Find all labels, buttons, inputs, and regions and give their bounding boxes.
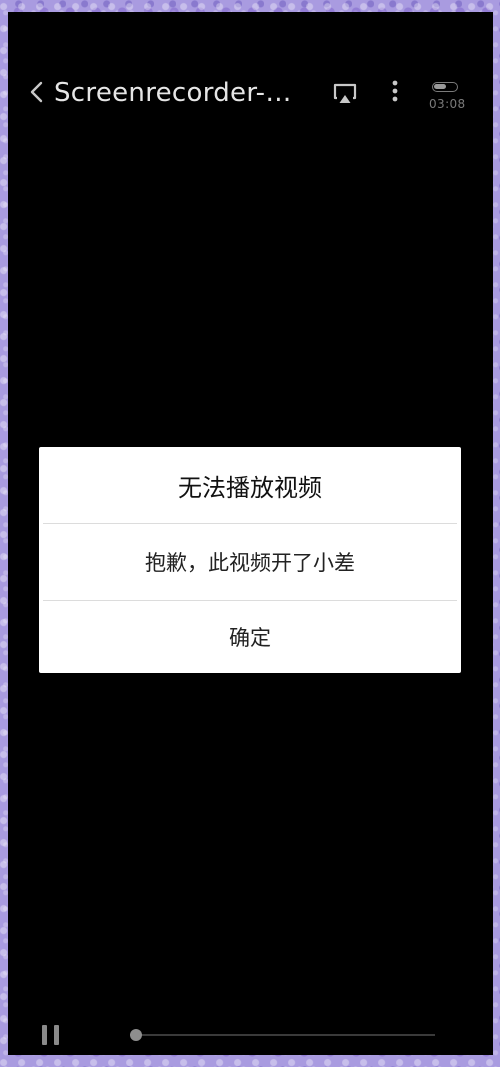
screen-cast-icon [333, 83, 357, 103]
dialog-title: 无法播放视频 [178, 473, 322, 502]
status-indicator: 03:08 [426, 80, 476, 120]
status-time: 03:08 [429, 97, 466, 111]
video-player-screen[interactable]: Screenrecorder-2… 03:08 无法播放视频 抱歉，此视频开了小… [8, 12, 493, 1055]
more-vertical-icon [392, 80, 398, 102]
progress-track[interactable] [130, 1029, 435, 1041]
pause-icon [42, 1025, 47, 1045]
player-top-bar: Screenrecorder-2… 03:08 [8, 12, 493, 172]
dialog-message: 抱歉，此视频开了小差 [145, 551, 355, 575]
progress-thumb[interactable] [130, 1029, 142, 1041]
pause-button[interactable] [40, 1025, 62, 1047]
more-options-button[interactable] [383, 78, 407, 106]
chevron-left-icon [30, 81, 43, 103]
video-title: Screenrecorder-2… [54, 78, 304, 108]
error-dialog: 无法播放视频 抱歉，此视频开了小差 确定 [39, 447, 461, 673]
confirm-button[interactable]: 确定 [39, 601, 461, 673]
player-controls [8, 1012, 493, 1055]
cast-button[interactable] [331, 80, 359, 108]
pause-icon [54, 1025, 59, 1045]
battery-icon [432, 82, 458, 92]
back-button[interactable] [26, 80, 50, 104]
